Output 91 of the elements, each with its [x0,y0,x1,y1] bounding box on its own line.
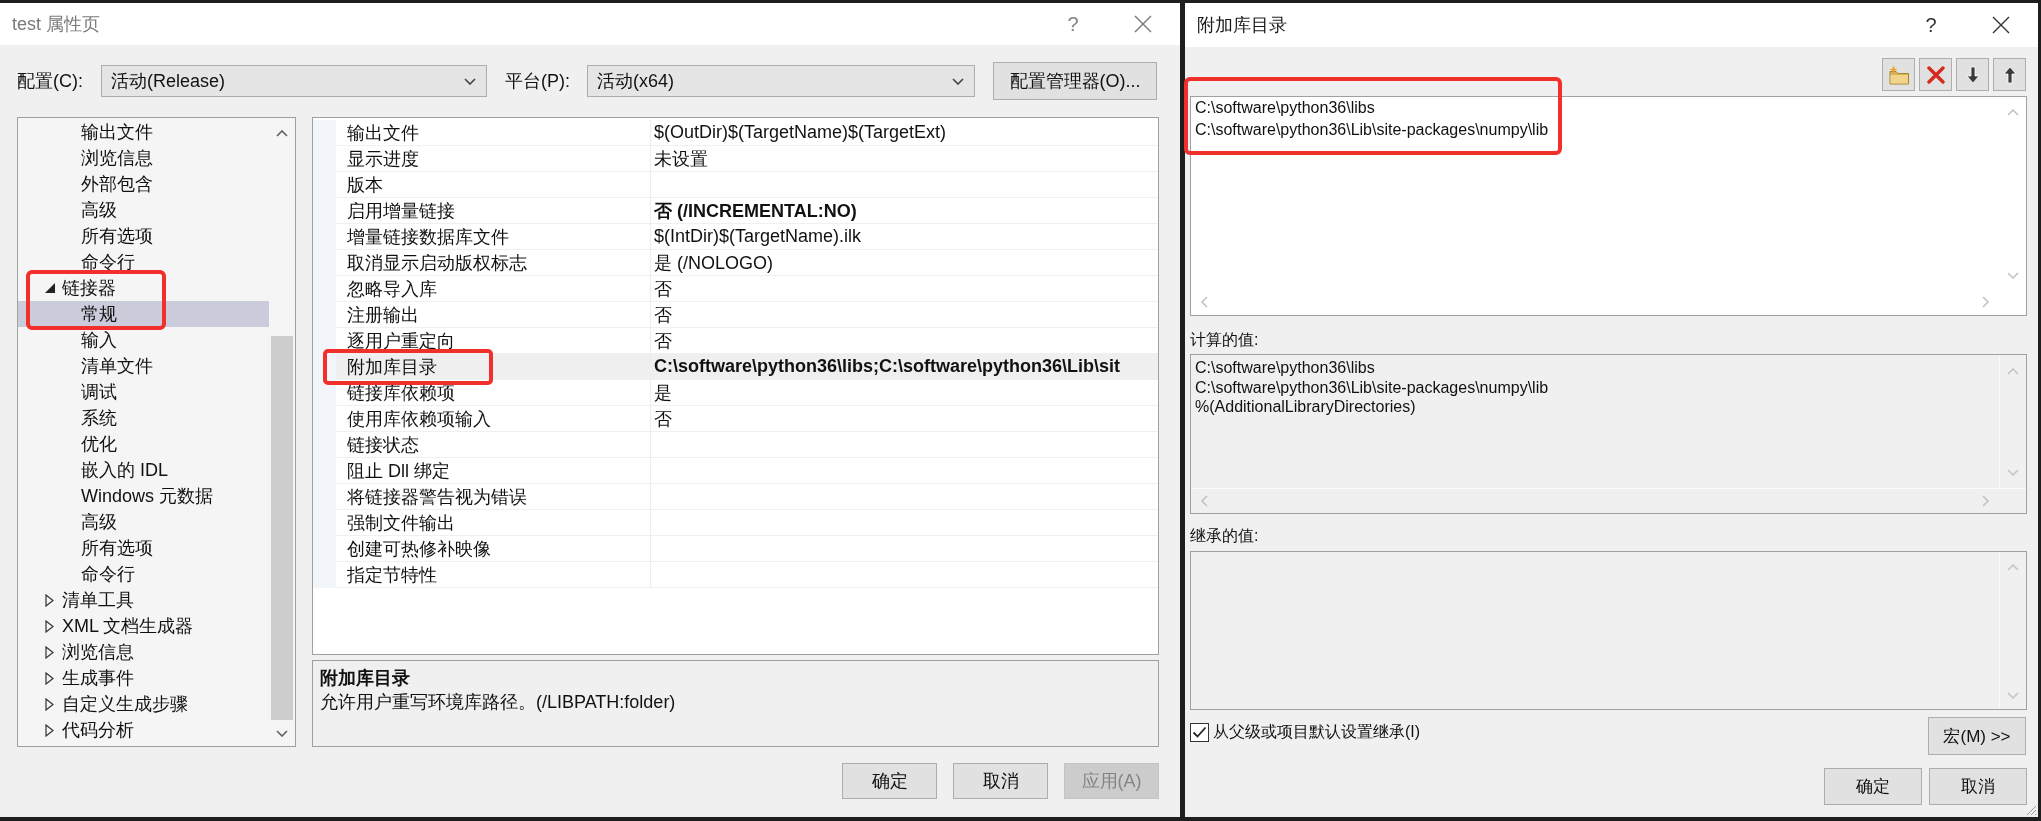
property-row[interactable]: 逐用户重定向 否 [313,328,1158,354]
tree-item[interactable]: XML 文档生成器 [18,613,269,639]
tree-item[interactable]: 高级 [18,509,269,535]
property-row[interactable]: 链接库依赖项 是 [313,380,1158,406]
tree-item[interactable]: 嵌入的 IDL [18,457,269,483]
property-row[interactable]: 指定节特性 [313,562,1158,588]
caret-right-icon[interactable] [45,723,54,737]
property-row[interactable]: 忽略导入库 否 [313,276,1158,302]
tree-item[interactable]: 输出文件 [18,119,269,145]
property-name: 指定节特性 [336,562,651,588]
window-title: 附加库目录 [1197,14,1287,37]
move-down-button[interactable] [1956,58,1989,91]
directory-entry: C:\software\python36\Lib\site-packages\numpy\lib [1195,120,1549,140]
delete-button[interactable] [1919,58,1952,91]
tree-item[interactable]: 调试 [18,379,269,405]
tree-item[interactable]: 生成事件 [18,665,269,691]
computed-value: %(AdditionalLibraryDirectories) [1195,397,1416,417]
resize-grip-icon[interactable] [2026,805,2037,816]
tree-item[interactable]: 自定义生成步骤 [18,691,269,717]
inherited-values-label: 继承的值: [1190,526,1259,546]
cross-icon [1926,65,1945,84]
close-icon [1992,16,2010,34]
description-title: 附加库目录 [320,667,410,690]
tree-item[interactable]: 系统 [18,405,269,431]
checkbox[interactable] [1190,723,1209,742]
caret-right-icon[interactable] [45,697,54,711]
property-row[interactable]: 链接状态 [313,432,1158,458]
config-label: 配置(C): [17,70,83,93]
property-row[interactable]: 增量链接数据库文件 $(IntDir)$(TargetName).ilk [313,224,1158,250]
property-row[interactable]: 注册输出 否 [313,302,1158,328]
dialog-button[interactable]: 取消 [953,763,1048,799]
tree-item[interactable]: 所有选项 [18,535,269,561]
chevron-down-icon[interactable] [276,729,288,737]
platform-dropdown[interactable]: 活动(x64) [587,65,975,97]
property-row[interactable]: 阻止 Dll 绑定 [313,458,1158,484]
chevron-up-icon[interactable] [276,129,288,137]
computed-value: C:\software\python36\libs [1195,358,1375,378]
config-dropdown[interactable]: 活动(Release) [101,65,487,97]
tree-item[interactable]: 输入 [18,327,269,353]
tree-item[interactable]: 清单工具 [18,587,269,613]
config-manager-button[interactable]: 配置管理器(O)... [993,62,1157,100]
help-button[interactable]: ? [1919,11,1943,39]
property-row[interactable]: 取消显示启动版权标志 是 (/NOLOGO) [313,250,1158,276]
tree-item[interactable]: 浏览信息 [18,639,269,665]
tree-item[interactable]: 高级 [18,197,269,223]
property-row[interactable]: 输出文件 $(OutDir)$(TargetName)$(TargetExt) [313,120,1158,146]
chevron-down-icon[interactable] [952,77,964,85]
help-button[interactable]: ? [1061,10,1085,38]
caret-right-icon[interactable] [45,593,54,607]
tree-item[interactable]: Windows 元数据 [18,483,269,509]
tree-item[interactable]: 命令行 [18,561,269,587]
description-text: 允许用户重写环境库路径。(/LIBPATH:folder) [320,691,676,714]
chevron-down-icon[interactable] [464,77,476,85]
property-row[interactable]: 将链接器警告视为错误 [313,484,1158,510]
caret-right-icon[interactable] [45,671,54,685]
property-row[interactable]: 显示进度 未设置 [313,146,1158,172]
property-row[interactable]: 附加库目录 C:\software\python36\libs;C:\software\python36\Lib\sit [313,354,1158,380]
window-title: test 属性页 [12,13,100,36]
tree-item[interactable]: 链接器 [18,275,269,301]
dialog-button[interactable]: 确定 [842,763,937,799]
checkbox-label[interactable]: 从父级或项目默认设置继承(I) [1213,722,1421,743]
tree-item[interactable]: 所有选项 [18,223,269,249]
arrow-down-icon [1965,65,1980,84]
arrow-up-icon [2002,65,2017,84]
dialog-button[interactable]: 取消 [1929,768,2027,805]
property-row[interactable]: 创建可热修补映像 [313,536,1158,562]
tree-item[interactable]: 优化 [18,431,269,457]
tree-item[interactable]: 外部包含 [18,171,269,197]
caret-right-icon[interactable] [45,619,54,633]
property-row[interactable]: 版本 [313,172,1158,198]
new-folder-icon [1887,64,1910,85]
scrollbar-thumb[interactable] [271,336,293,720]
dialog-button[interactable]: 确定 [1824,768,1922,805]
close-icon [1134,15,1152,33]
tree-item[interactable]: 代码分析 [18,717,269,743]
property-row[interactable]: 启用增量链接 否 (/INCREMENTAL:NO) [313,198,1158,224]
tree-item[interactable]: 清单文件 [18,353,269,379]
tree-item[interactable]: 常规 [18,301,269,327]
directory-entry: C:\software\python36\libs [1195,98,1375,118]
property-row[interactable]: 使用库依赖项输入 否 [313,406,1158,432]
macros-button[interactable]: 宏(M) >> [1928,717,2026,755]
move-up-button[interactable] [1993,58,2026,91]
tree-item[interactable]: 命令行 [18,249,269,275]
caret-right-icon[interactable] [45,645,54,659]
new-folder-button[interactable] [1882,58,1915,91]
computed-value: C:\software\python36\Lib\site-packages\numpy\lib [1195,377,1549,397]
caret-down-icon[interactable] [45,283,55,293]
tree-item[interactable]: 浏览信息 [18,145,269,171]
platform-label: 平台(P): [505,70,570,93]
property-row[interactable]: 强制文件输出 [313,510,1158,536]
computed-values-label: 计算的值: [1190,330,1259,350]
